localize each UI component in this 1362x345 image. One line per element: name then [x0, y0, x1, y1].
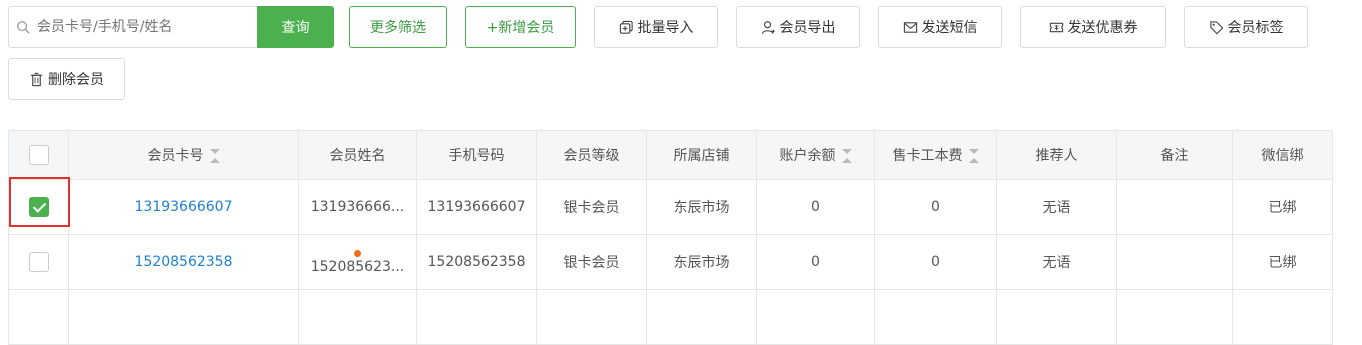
- sort-icon[interactable]: [841, 149, 852, 163]
- select-all-cell[interactable]: [8, 130, 69, 180]
- col-referrer-label: 推荐人: [1035, 148, 1078, 164]
- member-tag-button[interactable]: 会员标签: [1184, 6, 1308, 48]
- name-cell: 131936666...: [298, 179, 417, 235]
- tag-icon: [1209, 20, 1223, 34]
- phone-cell: 15208562358: [416, 234, 537, 290]
- referrer-cell: 无语: [996, 179, 1117, 235]
- empty-cell: [1116, 289, 1233, 345]
- col-referrer: 推荐人: [996, 130, 1117, 180]
- selection-highlight-box: [9, 177, 70, 227]
- empty-cell: [756, 289, 875, 345]
- name-cell: 152085623...: [298, 234, 417, 290]
- balance-cell: 0: [756, 234, 875, 290]
- card-no-link[interactable]: 15208562358: [68, 234, 299, 290]
- col-card-fee[interactable]: 售卡工本费: [874, 130, 997, 180]
- empty-cell: [536, 289, 647, 345]
- name-value: 131936666...: [310, 199, 405, 215]
- col-level: 会员等级: [536, 130, 647, 180]
- search-box[interactable]: [8, 6, 257, 48]
- name-value: 152085623...: [310, 258, 405, 275]
- col-store: 所属店铺: [646, 130, 757, 180]
- col-phone: 手机号码: [416, 130, 537, 180]
- search-icon: [17, 21, 30, 34]
- remark-cell: [1116, 179, 1233, 235]
- add-member-button[interactable]: +新增会员: [465, 6, 576, 48]
- col-card-no-label: 会员卡号: [147, 148, 204, 164]
- trash-icon: [30, 72, 43, 86]
- level-cell: 银卡会员: [536, 234, 647, 290]
- empty-cell: [1232, 289, 1333, 345]
- empty-cell: [68, 289, 299, 345]
- export-label: 会员导出: [779, 20, 836, 36]
- row-checkbox[interactable]: [28, 252, 49, 272]
- add-member-label: +新增会员: [486, 20, 555, 36]
- empty-cell: [996, 289, 1117, 345]
- card-fee-cell: 0: [874, 179, 997, 235]
- send-coupon-label: 发送优惠券: [1067, 20, 1138, 36]
- col-wechat: 微信绑: [1232, 130, 1333, 180]
- user-icon: [761, 20, 775, 34]
- store-cell: 东辰市场: [646, 179, 757, 235]
- col-remark: 备注: [1116, 130, 1233, 180]
- col-name: 会员姓名: [298, 130, 417, 180]
- col-store-label: 所属店铺: [673, 148, 730, 164]
- member-tag-label: 会员标签: [1227, 20, 1284, 36]
- select-all-checkbox[interactable]: [28, 145, 49, 165]
- col-phone-label: 手机号码: [448, 148, 505, 164]
- card-fee-cell: 0: [874, 234, 997, 290]
- send-sms-button[interactable]: 发送短信: [878, 6, 1002, 48]
- unread-dot-icon: [354, 249, 361, 257]
- member-table: 会员卡号 会员姓名 手机号码 会员等级 所属店铺 账户余额 售卡工本费 推荐人 …: [8, 130, 1333, 345]
- import-icon: [619, 20, 633, 34]
- store-cell: 东辰市场: [646, 234, 757, 290]
- sort-icon[interactable]: [209, 149, 220, 163]
- mail-icon: [903, 21, 917, 33]
- table-row[interactable]: 15208562358 152085623... 15208562358 银卡会…: [8, 234, 1333, 290]
- send-coupon-button[interactable]: 发送优惠券: [1020, 6, 1166, 48]
- referrer-cell: 无语: [996, 234, 1117, 290]
- search-input[interactable]: [35, 18, 239, 36]
- coupon-icon: [1049, 22, 1063, 32]
- col-card-fee-label: 售卡工本费: [892, 148, 963, 164]
- balance-cell: 0: [756, 179, 875, 235]
- query-button-label: 查询: [281, 20, 310, 36]
- empty-cell: [8, 289, 69, 345]
- phone-cell: 13193666607: [416, 179, 537, 235]
- table-header: 会员卡号 会员姓名 手机号码 会员等级 所属店铺 账户余额 售卡工本费 推荐人 …: [8, 130, 1333, 180]
- row-select-cell[interactable]: [8, 234, 69, 290]
- col-remark-label: 备注: [1160, 148, 1189, 164]
- table-row[interactable]: 13193666607 131936666... 13193666607 银卡会…: [8, 179, 1333, 235]
- empty-cell: [646, 289, 757, 345]
- col-balance[interactable]: 账户余额: [756, 130, 875, 180]
- remark-cell: [1116, 234, 1233, 290]
- col-card-no[interactable]: 会员卡号: [68, 130, 299, 180]
- more-filter-label: 更多筛选: [370, 20, 426, 36]
- wechat-cell: 已绑: [1232, 179, 1333, 235]
- col-level-label: 会员等级: [563, 148, 620, 164]
- wechat-cell: 已绑: [1232, 234, 1333, 290]
- level-cell: 银卡会员: [536, 179, 647, 235]
- empty-cell: [298, 289, 417, 345]
- more-filter-button[interactable]: 更多筛选: [349, 6, 447, 48]
- export-button[interactable]: 会员导出: [736, 6, 860, 48]
- empty-cell: [874, 289, 997, 345]
- delete-member-button[interactable]: 删除会员: [8, 58, 125, 100]
- batch-import-label: 批量导入: [637, 20, 694, 36]
- card-no-link[interactable]: 13193666607: [68, 179, 299, 235]
- col-wechat-label: 微信绑: [1261, 148, 1304, 164]
- col-balance-label: 账户余额: [779, 148, 836, 164]
- batch-import-button[interactable]: 批量导入: [594, 6, 718, 48]
- col-name-label: 会员姓名: [329, 148, 386, 164]
- table-row: [8, 289, 1333, 345]
- delete-member-label: 删除会员: [48, 72, 104, 88]
- query-button[interactable]: 查询: [257, 6, 334, 48]
- sort-icon[interactable]: [968, 149, 979, 163]
- send-sms-label: 发送短信: [921, 20, 978, 36]
- empty-cell: [416, 289, 537, 345]
